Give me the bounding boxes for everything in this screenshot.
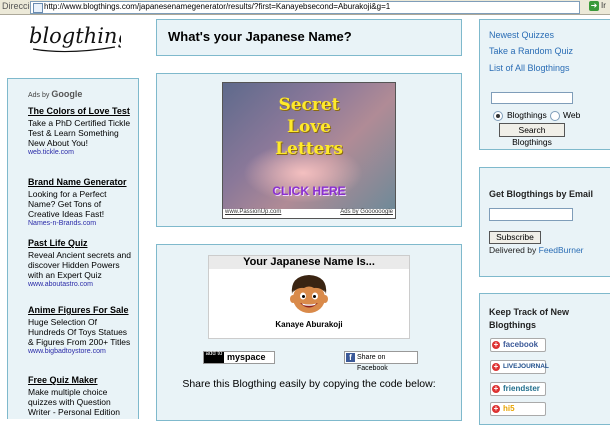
track-facebook-label: facebook	[503, 340, 539, 349]
search-input[interactable]	[491, 92, 573, 104]
cartoon-face-icon	[290, 275, 328, 313]
go-button[interactable]: ➜ Ir	[588, 0, 610, 14]
ad-desc: Reveal Ancient secrets and discover Hidd…	[28, 250, 132, 280]
address-bar: Dirección http://www.blogthings.com/japa…	[0, 0, 610, 15]
plus-icon: +	[492, 362, 500, 371]
radio-blogthings[interactable]	[493, 111, 503, 121]
add-to-label: add to	[204, 351, 224, 363]
subscribe-button[interactable]: Subscribe	[489, 231, 541, 244]
ad-title[interactable]: The Colors of Love Test	[28, 106, 134, 117]
track-box: Keep Track of New Blogthings + facebook …	[479, 293, 610, 425]
result-box: Your Japanese Name Is... Kanaye Aburakoj…	[156, 244, 462, 421]
blogthings-logo[interactable]: blogthings	[27, 19, 121, 59]
go-label: Ir	[601, 1, 606, 10]
logo-text: blogthings	[29, 24, 121, 48]
sidebar-nav-box: Newest Quizzes Take a Random Quiz List o…	[479, 19, 610, 150]
share-instructions: Share this Blogthing easily by copying t…	[182, 378, 436, 390]
banner-line-1: Secret	[278, 95, 340, 115]
ad-desc: Looking for a Perfect Name? Get Tons of …	[28, 189, 107, 219]
banner-box: Secret Love Letters CLICK HERE www.Passi…	[156, 73, 462, 227]
radio-blogthings-label: Blogthings	[507, 110, 547, 120]
add-to-myspace-button[interactable]: add to myspace	[203, 351, 275, 364]
ad-item[interactable]: Brand Name Generator Looking for a Perfe…	[28, 177, 134, 228]
japanese-name-result: Your Japanese Name Is... Kanaye Aburakoj…	[208, 255, 410, 339]
track-friendster-label: friendster	[503, 384, 540, 393]
nav-newest-quizzes[interactable]: Newest Quizzes	[489, 30, 554, 40]
track-livejournal-button[interactable]: + LIVEJOURNAL	[490, 360, 549, 374]
delivered-by: Delivered by FeedBurner	[489, 245, 584, 255]
url-field[interactable]: http://www.blogthings.com/japanesenamege…	[30, 1, 580, 14]
nav-random-quiz[interactable]: Take a Random Quiz	[489, 46, 573, 56]
ad-desc: Huge Selection Of Hundreds Of Toys Statu…	[28, 317, 131, 347]
ad-item[interactable]: Past Life Quiz Reveal Ancient secrets an…	[28, 238, 134, 289]
ad-item[interactable]: Free Quiz Maker Make multiple choice qui…	[28, 375, 134, 417]
facebook-icon: f	[346, 353, 355, 362]
url-text: http://www.blogthings.com/japanesenamege…	[44, 2, 391, 11]
track-hi5-label: hi5	[503, 404, 515, 413]
banner-line-2: Love	[287, 117, 331, 137]
result-header: Your Japanese Name Is...	[209, 256, 409, 269]
track-facebook-button[interactable]: + facebook	[490, 338, 546, 352]
page-title: What's your Japanese Name?	[168, 29, 352, 44]
facebook-share-label: Share on Facebook	[357, 354, 388, 372]
banner-line-3: Letters	[275, 139, 343, 159]
myspace-label: myspace	[227, 352, 266, 362]
ad-title[interactable]: Anime Figures For Sale	[28, 305, 134, 316]
ads-by-google[interactable]: Ads by Google	[28, 89, 82, 99]
ad-url[interactable]: Names-n-Brands.com	[28, 219, 134, 228]
email-heading: Get Blogthings by Email	[489, 189, 594, 199]
radio-web-label: Web	[563, 110, 581, 120]
search-button[interactable]: Search Blogthings	[499, 123, 565, 147]
ad-item[interactable]: Anime Figures For Sale Huge Selection Of…	[28, 305, 134, 356]
go-arrow-icon: ➜	[589, 1, 599, 11]
nav-all-blogthings[interactable]: List of All Blogthings	[489, 63, 570, 73]
ads-column: Ads by Google The Colors of Love Test Ta…	[7, 78, 139, 419]
banner-click-here[interactable]: CLICK HERE	[223, 184, 395, 198]
banner-footer-link[interactable]: www.PassionUp.com	[225, 209, 281, 215]
ad-url[interactable]: web.tickle.com	[28, 148, 134, 157]
ad-title[interactable]: Past Life Quiz	[28, 238, 134, 249]
plus-icon: +	[492, 384, 500, 393]
title-box: What's your Japanese Name?	[156, 19, 462, 56]
ad-desc: Make multiple choice quizzes with Questi…	[28, 387, 120, 417]
ad-title[interactable]: Brand Name Generator	[28, 177, 134, 188]
ad-url[interactable]: www.bigbadtoystore.com	[28, 347, 134, 356]
plus-icon: +	[492, 340, 500, 349]
ad-item[interactable]: The Colors of Love Test Take a PhD Certi…	[28, 106, 134, 157]
radio-web[interactable]	[550, 111, 560, 121]
secret-love-letters-banner[interactable]: Secret Love Letters CLICK HERE www.Passi…	[222, 82, 396, 219]
japanese-name: Kanaye Aburakoji	[275, 320, 343, 329]
track-friendster-button[interactable]: + friendster	[490, 382, 546, 396]
share-on-facebook-button[interactable]: f Share on Facebook	[344, 351, 418, 372]
page-icon	[33, 3, 43, 13]
track-livejournal-label: LIVEJOURNAL	[503, 363, 549, 370]
ad-title[interactable]: Free Quiz Maker	[28, 375, 134, 386]
email-field[interactable]	[489, 208, 573, 221]
ad-url[interactable]: www.aboutastro.com	[28, 280, 134, 289]
track-hi5-button[interactable]: + hi5	[490, 402, 546, 416]
feedburner-link[interactable]: FeedBurner	[539, 245, 584, 255]
ad-desc: Take a PhD Certified Tickle Test & Learn…	[28, 118, 131, 148]
track-heading: Keep Track of New Blogthings	[489, 307, 570, 330]
banner-ads-by-link[interactable]: Ads by Goooooogle	[340, 209, 393, 215]
email-box: Get Blogthings by Email Subscribe Delive…	[479, 167, 610, 277]
